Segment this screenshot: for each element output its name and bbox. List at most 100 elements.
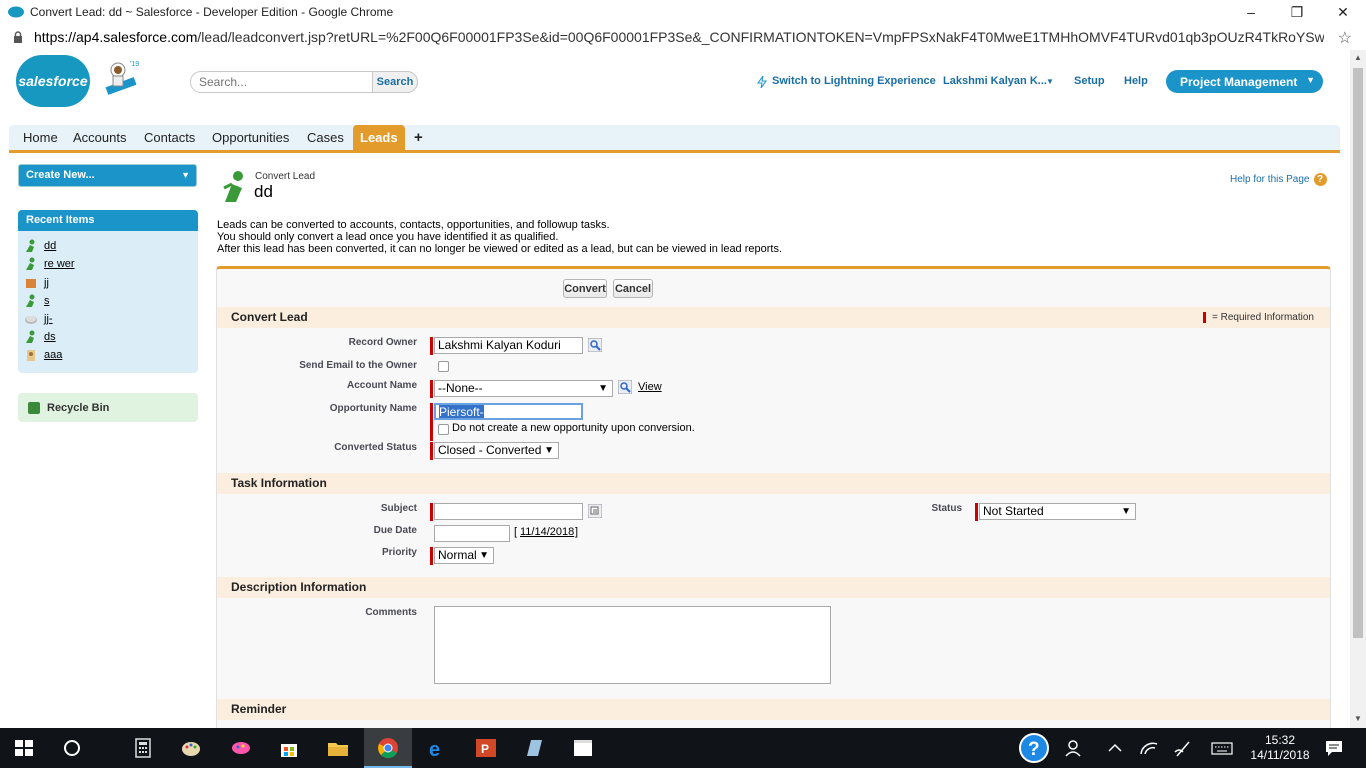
restore-icon[interactable]: ❐	[1274, 0, 1320, 24]
due-date-field[interactable]	[434, 525, 510, 542]
recent-item-link[interactable]: aaa	[44, 349, 62, 361]
search-icon[interactable]	[60, 736, 84, 760]
windows-start-icon[interactable]	[12, 736, 36, 760]
opportunity-name-field[interactable]: Piersoft-	[434, 403, 583, 420]
tab-leads[interactable]: Leads	[353, 125, 405, 150]
user-menu-caret-icon[interactable]: ▼	[1046, 77, 1054, 86]
list-item[interactable]: jj-	[24, 310, 53, 328]
page-scrollbar[interactable]: ▲ ▼	[1350, 50, 1366, 728]
list-item[interactable]: s	[24, 292, 50, 310]
cancel-button[interactable]: Cancel	[613, 279, 653, 298]
store-icon[interactable]	[277, 736, 301, 760]
recent-item-link[interactable]: dd	[44, 240, 56, 252]
lookup-magnifier-icon[interactable]	[618, 380, 632, 394]
recent-item-link[interactable]: s	[44, 295, 50, 307]
page-type-label: Convert Lead	[255, 171, 316, 182]
recent-item-link[interactable]: jj-	[44, 313, 53, 325]
add-tab-plus-icon[interactable]: +	[414, 125, 423, 150]
notifications-icon[interactable]	[1322, 736, 1346, 760]
chevron-up-icon[interactable]	[1103, 736, 1127, 760]
section-header-description-information: Description Information	[217, 577, 1330, 598]
tab-home[interactable]: Home	[23, 125, 58, 150]
help-for-page-link[interactable]: Help for this Page ?	[1230, 173, 1327, 186]
salesforce-logo[interactable]: salesforce	[16, 55, 90, 107]
paint-3d-icon[interactable]	[229, 736, 253, 760]
view-account-link[interactable]: View	[638, 381, 662, 393]
subject-field[interactable]	[434, 503, 583, 520]
search-input[interactable]	[191, 72, 371, 92]
people-icon[interactable]	[1063, 736, 1087, 760]
converted-status-select[interactable]: Closed - Converted ▼	[434, 442, 559, 459]
send-email-checkbox[interactable]	[438, 361, 449, 372]
status-label: Status	[931, 503, 962, 514]
scrollbar-thumb[interactable]	[1353, 68, 1363, 638]
list-item[interactable]: ds	[24, 328, 56, 346]
recycle-bin-icon	[28, 401, 40, 414]
calculator-icon[interactable]	[131, 736, 155, 760]
astro-mascot-icon: '19	[105, 61, 139, 95]
lookup-magnifier-icon[interactable]	[588, 338, 602, 352]
create-new-button[interactable]: Create New... ▼	[18, 164, 197, 187]
address-bar[interactable]: https://ap4.salesforce.com/lead/leadconv…	[0, 24, 1366, 50]
file-explorer-icon[interactable]	[326, 736, 350, 760]
tab-contacts[interactable]: Contacts	[144, 125, 195, 150]
video-editor-icon[interactable]	[571, 736, 595, 760]
bookmark-star-icon[interactable]: ☆	[1338, 28, 1352, 48]
page-viewport: salesforce '19 Search Switch to Lightnin…	[0, 50, 1350, 728]
comments-textarea[interactable]	[434, 606, 831, 684]
convert-button[interactable]: Convert	[563, 279, 607, 298]
list-item[interactable]: re wer	[24, 255, 75, 273]
recycle-bin-link[interactable]: Recycle Bin	[18, 393, 198, 422]
combobox-picker-icon[interactable]	[588, 504, 602, 518]
help-question-icon: ?	[1313, 173, 1327, 186]
system-clock[interactable]: 15:32 14/11/2018	[1250, 733, 1310, 763]
paint-icon[interactable]	[179, 736, 203, 760]
pen-icon[interactable]	[1171, 736, 1195, 760]
svg-text:'19: '19	[130, 61, 139, 68]
setup-link[interactable]: Setup	[1074, 75, 1105, 87]
recent-item-link[interactable]: re wer	[44, 258, 75, 270]
close-icon[interactable]: ✕	[1320, 0, 1366, 24]
keyboard-icon[interactable]	[1210, 736, 1234, 760]
chrome-icon[interactable]	[376, 736, 400, 760]
opportunity-icon	[25, 316, 37, 324]
list-item[interactable]: dd	[24, 237, 56, 255]
switch-lightning-link[interactable]: Switch to Lightning Experience	[772, 75, 936, 87]
tab-accounts[interactable]: Accounts	[73, 125, 126, 150]
notes-app-icon[interactable]	[522, 736, 546, 760]
scroll-down-icon[interactable]: ▼	[1354, 714, 1362, 723]
required-legend: = Required Information	[1202, 307, 1314, 328]
today-date-link[interactable]: 11/14/2018	[520, 526, 574, 538]
edge-icon[interactable]: e	[425, 736, 449, 760]
help-link[interactable]: Help	[1124, 75, 1148, 87]
chevron-down-icon: ▼	[1306, 75, 1315, 85]
app-menu-button[interactable]: Project Management ▼	[1166, 70, 1323, 93]
account-name-select[interactable]: --None-- ▼	[434, 380, 613, 397]
url-text[interactable]: https://ap4.salesforce.com/lead/leadconv…	[34, 29, 1324, 45]
no-opportunity-checkbox[interactable]	[438, 424, 449, 435]
svg-text:P: P	[481, 742, 489, 756]
date-bracket-open: [	[514, 526, 518, 538]
tab-cases[interactable]: Cases	[307, 125, 344, 150]
user-menu[interactable]: Lakshmi Kalyan K...	[943, 75, 1047, 87]
svg-text:e: e	[429, 739, 440, 760]
help-question-icon[interactable]: ?	[1018, 732, 1050, 764]
date-bracket-close: ]	[575, 526, 579, 538]
lead-icon	[26, 330, 35, 343]
tab-opportunities[interactable]: Opportunities	[212, 125, 289, 150]
wifi-icon[interactable]	[1137, 736, 1161, 760]
account-name-label: Account Name	[346, 380, 417, 391]
scroll-up-icon[interactable]: ▲	[1354, 53, 1362, 62]
list-item[interactable]: jj	[24, 274, 49, 292]
recent-item-link[interactable]: ds	[44, 331, 56, 343]
lead-page-icon	[223, 171, 243, 202]
search-button[interactable]: Search	[372, 71, 418, 93]
minimize-icon[interactable]: –	[1228, 0, 1274, 24]
priority-select[interactable]: Normal ▼	[434, 547, 494, 564]
record-owner-field[interactable]: Lakshmi Kalyan Koduri	[434, 337, 583, 354]
list-item[interactable]: aaa	[24, 346, 62, 364]
required-indicator	[430, 337, 433, 355]
recent-item-link[interactable]: jj	[44, 277, 49, 289]
status-select[interactable]: Not Started ▼	[979, 503, 1136, 520]
powerpoint-icon[interactable]: P	[474, 736, 498, 760]
